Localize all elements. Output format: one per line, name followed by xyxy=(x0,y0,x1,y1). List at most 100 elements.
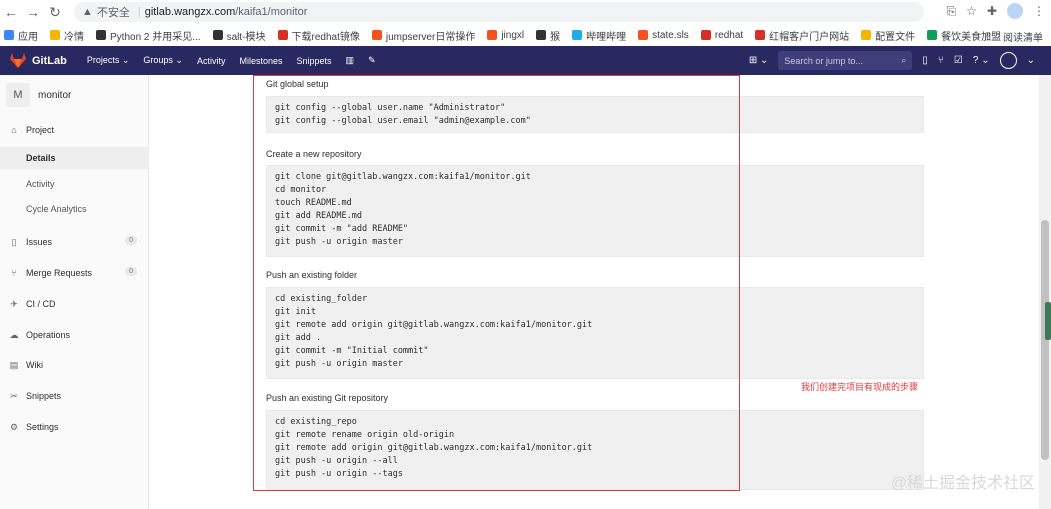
issues-header-icon[interactable]: ▯ xyxy=(922,55,928,66)
bookmark-item[interactable]: jingxl xyxy=(487,30,524,41)
chart-icon[interactable]: ▥ xyxy=(346,55,355,66)
bookmark-favicon-icon xyxy=(50,30,60,40)
todo-icon[interactable]: ☑ xyxy=(954,55,963,66)
gear-icon: ⚙ xyxy=(9,421,19,432)
sidebar-item-details[interactable]: Details xyxy=(0,147,149,169)
bookmarks-right: » 阅读清单 xyxy=(985,29,1043,44)
side-handle[interactable] xyxy=(1045,302,1051,340)
bookmark-favicon-icon xyxy=(572,30,583,40)
bookmark-item[interactable]: 猴 xyxy=(536,28,560,43)
nav-milestones[interactable]: Milestones xyxy=(239,56,282,66)
address-bar[interactable]: ▲ 不安全 | gitlab.wangzx.com /kaifa1/monito… xyxy=(74,2,924,22)
annotation-text: 我们创建完项目有现成的步骤 xyxy=(801,382,919,392)
project-name: monitor xyxy=(38,89,72,101)
security-label: 不安全 xyxy=(96,7,130,19)
new-plus-icon[interactable]: ⊞ ⌄ xyxy=(749,55,769,66)
bookmark-item[interactable]: state.sls xyxy=(638,30,689,41)
sidebar-item-ci-cd[interactable]: ✈ CI / CD xyxy=(0,293,149,315)
sidebar-item-label: Operations xyxy=(26,330,71,340)
reading-list-button[interactable]: 阅读清单 xyxy=(1003,29,1043,44)
sidebar-item-snippets[interactable]: ✂ Snippets xyxy=(0,385,149,407)
sidebar-item-cycle-analytics[interactable]: Cycle Analytics xyxy=(0,198,149,220)
cloud-icon: ☁ xyxy=(9,329,19,340)
bookmark-label: 应用 xyxy=(18,31,38,43)
more-bookmarks-icon[interactable]: » xyxy=(985,29,991,44)
bookmark-favicon-icon xyxy=(536,30,547,40)
nav-snippets[interactable]: Snippets xyxy=(297,56,332,66)
sidebar-item-issues[interactable]: ▯ Issues 0 xyxy=(0,231,149,253)
scrollbar-thumb[interactable] xyxy=(1041,220,1049,460)
project-header[interactable]: M monitor xyxy=(0,75,148,115)
menu-icon[interactable]: ⋮ xyxy=(1033,4,1045,18)
issues-icon: ▯ xyxy=(11,236,17,247)
bookmark-favicon-icon xyxy=(371,30,382,40)
bookmark-label: salt-模块 xyxy=(226,31,266,43)
bookmark-favicon-icon xyxy=(700,30,711,40)
back-icon[interactable]: ← xyxy=(0,1,22,23)
bookmark-item[interactable]: 配置文件 xyxy=(861,28,915,43)
sidebar-item-wiki[interactable]: ▤ Wiki xyxy=(0,354,149,376)
brand-name: GitLab xyxy=(32,54,67,67)
header-actions: ⊞ ⌄ Search or jump to... ⌕ ▯ ⑂ ☑ ? ⌄ ⌄ xyxy=(749,51,1035,70)
bookmark-item[interactable]: Python 2 并用采见... xyxy=(96,28,201,43)
bookmark-label: jingxl xyxy=(501,29,525,41)
sidebar-item-operations[interactable]: ☁ Operations xyxy=(0,324,149,346)
bookmark-label: 红帽客户门户网站 xyxy=(769,31,850,43)
bookmark-label: 下载redhat镜像 xyxy=(291,31,360,43)
bookmark-favicon-icon xyxy=(212,30,223,40)
sidebar-item-label: Issues xyxy=(26,237,53,247)
star-icon[interactable]: ☆ xyxy=(966,4,977,18)
forward-icon[interactable]: → xyxy=(22,1,44,23)
sidebar-item-merge-requests[interactable]: ⑂ Merge Requests 0 xyxy=(0,262,149,284)
bookmark-item[interactable]: 冷情 xyxy=(50,28,84,43)
sidebar-item-settings[interactable]: ⚙ Settings xyxy=(0,416,149,438)
sidebar-item-label: Details xyxy=(26,153,56,163)
search-input[interactable]: Search or jump to... ⌕ xyxy=(778,51,913,70)
bookmark-item[interactable]: 哔哩哔哩 xyxy=(572,28,626,43)
bookmark-item[interactable]: redhat xyxy=(700,30,743,41)
issues-count-badge: 0 xyxy=(125,236,137,245)
main-content: Git global setup git config --global use… xyxy=(149,75,1039,509)
extensions-icon[interactable]: ✚ xyxy=(987,4,997,18)
watermark: @稀土掘金技术社区 xyxy=(890,475,1035,492)
gitlab-nav: Projects ⌄ Groups ⌄ Activity Milestones … xyxy=(87,55,376,66)
bookmark-item[interactable]: salt-模块 xyxy=(212,28,266,43)
scrollbar[interactable] xyxy=(1039,75,1051,509)
sidebar-item-label: Merge Requests xyxy=(26,268,93,278)
bookmark-label: 哔哩哔哩 xyxy=(586,31,627,43)
screenshot-root: ← → ↻ ▲ 不安全 | gitlab.wangzx.com /kaifa1/… xyxy=(0,0,1051,509)
help-icon[interactable]: ? ⌄ xyxy=(973,55,990,66)
nav-projects[interactable]: Projects ⌄ xyxy=(87,55,130,66)
user-avatar[interactable] xyxy=(999,52,1017,69)
user-menu-chevron-icon[interactable]: ⌄ xyxy=(1027,55,1035,66)
gitlab-tanuki-icon xyxy=(10,53,26,68)
bookmark-item[interactable]: 应用 xyxy=(4,28,38,43)
bookmark-item[interactable]: 下载redhat镜像 xyxy=(277,28,360,43)
project-avatar: M xyxy=(6,83,30,107)
book-icon: ▤ xyxy=(9,359,19,370)
sidebar-item-project[interactable]: ⌂ Project xyxy=(0,119,149,141)
bookmark-label: state.sls xyxy=(652,29,689,41)
project-sidebar: M monitor ⌂ Project Details Activity Cyc… xyxy=(0,75,149,509)
translate-icon[interactable]: ⎘ xyxy=(947,4,957,19)
bookmark-favicon-icon xyxy=(277,30,288,40)
bookmark-favicon-icon xyxy=(487,30,498,40)
reload-icon[interactable]: ↻ xyxy=(44,1,66,23)
bookmark-favicon-icon xyxy=(96,30,106,40)
merge-header-icon[interactable]: ⑂ xyxy=(938,55,944,66)
profile-avatar[interactable] xyxy=(1007,3,1023,19)
nav-activity[interactable]: Activity xyxy=(197,56,226,66)
bookmark-label: 猴 xyxy=(550,31,561,43)
sidebar-item-label: Snippets xyxy=(26,391,62,401)
bookmark-label: 冷情 xyxy=(64,31,84,43)
bookmark-item[interactable]: jumpserver日常操作 xyxy=(371,28,475,43)
nav-groups[interactable]: Groups ⌄ xyxy=(143,55,183,66)
rocket-icon: ✈ xyxy=(10,298,18,309)
sidebar-item-activity[interactable]: Activity xyxy=(0,173,149,195)
gitlab-logo[interactable]: GitLab xyxy=(10,53,67,68)
wrench-icon[interactable]: ✎ xyxy=(368,55,376,66)
bookmark-item[interactable]: 红帽客户门户网站 xyxy=(755,28,849,43)
bookmarks-bar: 应用 冷情 Python 2 并用采见... salt-模块 下载redhat镜像 jum… xyxy=(0,24,1051,46)
home-icon: ⌂ xyxy=(11,125,17,135)
url-host: gitlab.wangzx.com xyxy=(144,6,236,18)
